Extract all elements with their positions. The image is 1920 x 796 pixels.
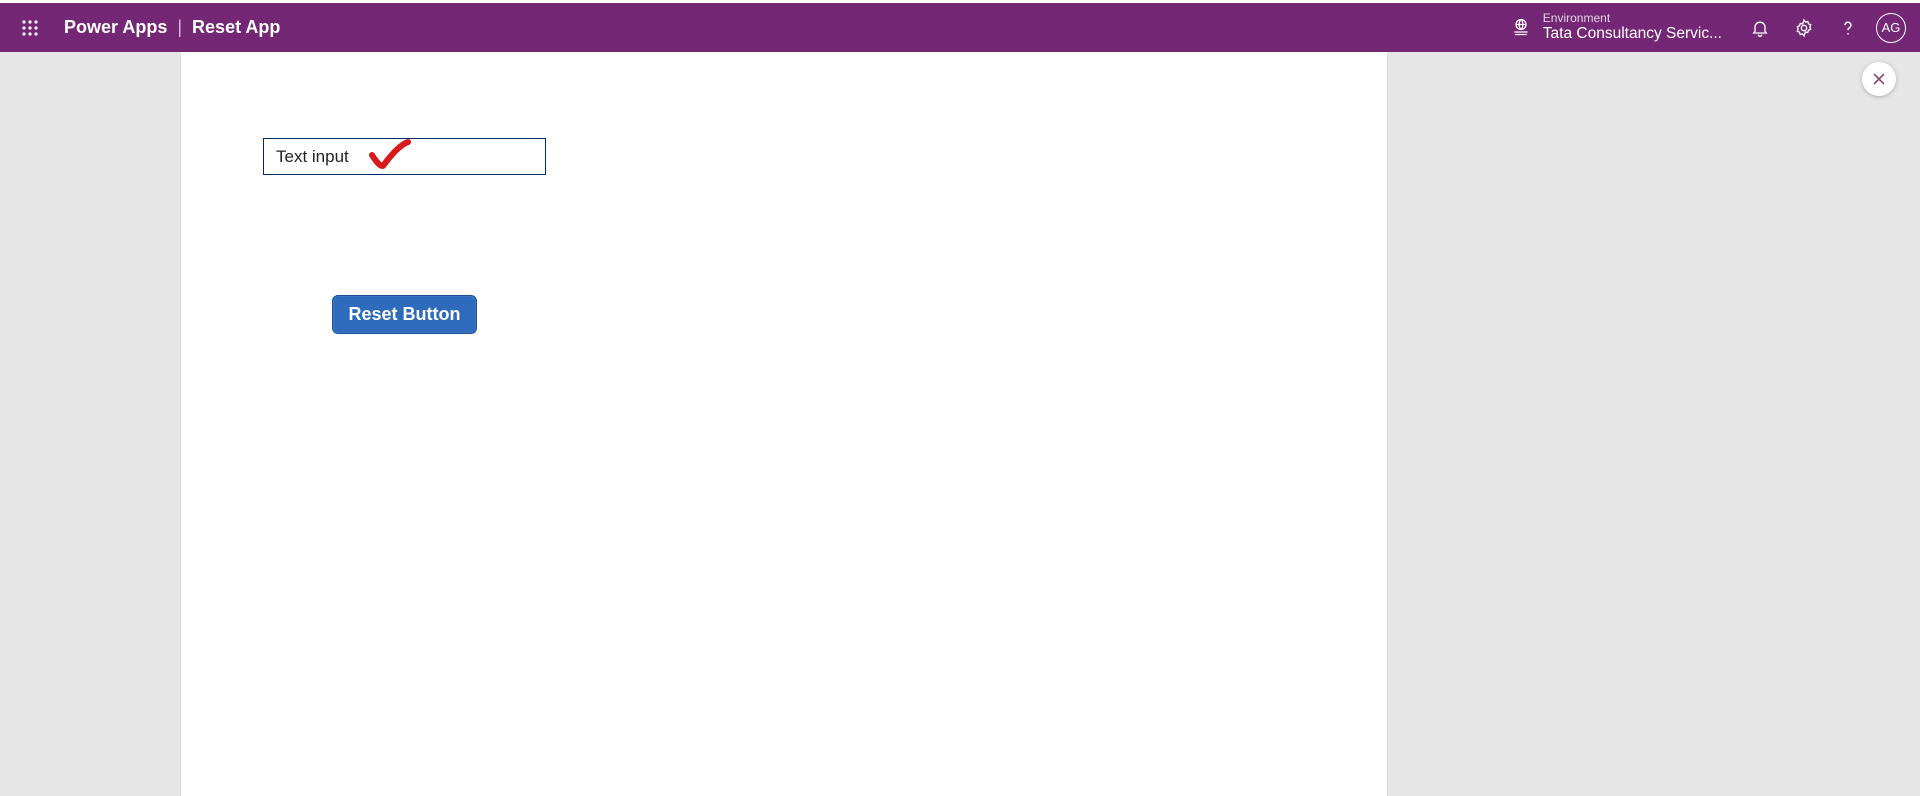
app-launcher-icon[interactable] <box>14 12 46 44</box>
help-icon[interactable] <box>1826 6 1870 50</box>
text-input-container <box>263 138 546 175</box>
text-input[interactable] <box>263 138 546 175</box>
notifications-icon[interactable] <box>1738 6 1782 50</box>
top-bar: Power Apps | Reset App Environment Tata … <box>0 3 1920 52</box>
avatar-initials: AG <box>1882 20 1901 35</box>
environment-label: Environment <box>1543 12 1722 26</box>
environment-name: Tata Consultancy Servic... <box>1543 25 1722 43</box>
app-canvas: Reset Button <box>181 52 1387 796</box>
app-name[interactable]: Reset App <box>192 17 280 38</box>
close-button[interactable] <box>1862 62 1896 96</box>
user-avatar[interactable]: AG <box>1876 13 1906 43</box>
brand-title[interactable]: Power Apps <box>64 17 167 38</box>
brand-divider: | <box>177 17 182 38</box>
environment-selector[interactable]: Environment Tata Consultancy Servic... <box>1511 12 1722 44</box>
reset-button[interactable]: Reset Button <box>332 295 477 334</box>
environment-icon <box>1511 17 1531 37</box>
workspace: Reset Button <box>0 52 1920 796</box>
settings-icon[interactable] <box>1782 6 1826 50</box>
